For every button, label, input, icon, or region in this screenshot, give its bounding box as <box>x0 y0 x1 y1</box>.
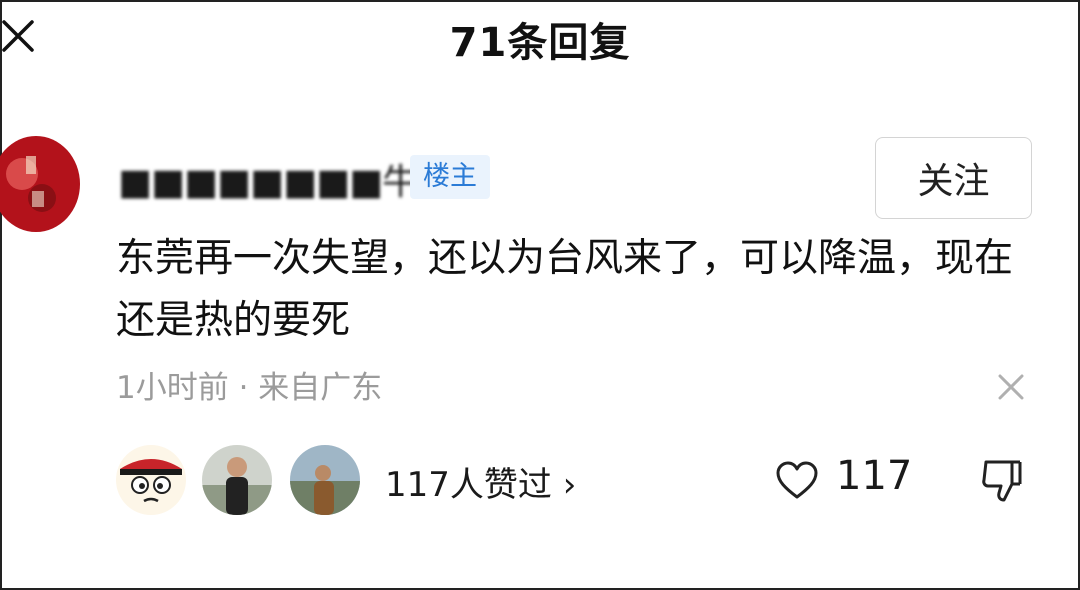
liker-avatar-image <box>116 445 186 515</box>
follow-button[interactable]: 关注 <box>875 137 1032 219</box>
username[interactable]: ■■■■■■■■牛 <box>118 153 418 205</box>
like-button[interactable] <box>775 460 819 500</box>
comment-meta: 1小时前 · 来自广东 <box>116 370 383 406</box>
op-badge: 楼主 <box>410 155 490 199</box>
close-icon <box>998 374 1024 400</box>
dislike-button[interactable] <box>980 458 1024 504</box>
like-count: 117 <box>836 453 913 499</box>
liker-avatar[interactable] <box>290 445 360 515</box>
username-text: ■■■■■■■■牛 <box>118 162 418 203</box>
liker-avatar-image <box>290 445 360 515</box>
heart-icon <box>776 461 818 499</box>
comment-text: 东莞再一次失望，还以为台风来了，可以降温，现在还是热的要死 <box>116 236 1014 343</box>
liker-avatar-image <box>202 445 272 515</box>
liker-avatar[interactable] <box>116 445 186 515</box>
page-title: 71条回复 <box>449 20 631 66</box>
likers-link[interactable]: 117人赞过 › <box>385 457 576 506</box>
dismiss-button[interactable] <box>994 370 1028 404</box>
liker-avatar[interactable] <box>202 445 272 515</box>
thumbs-down-icon <box>982 460 1022 502</box>
